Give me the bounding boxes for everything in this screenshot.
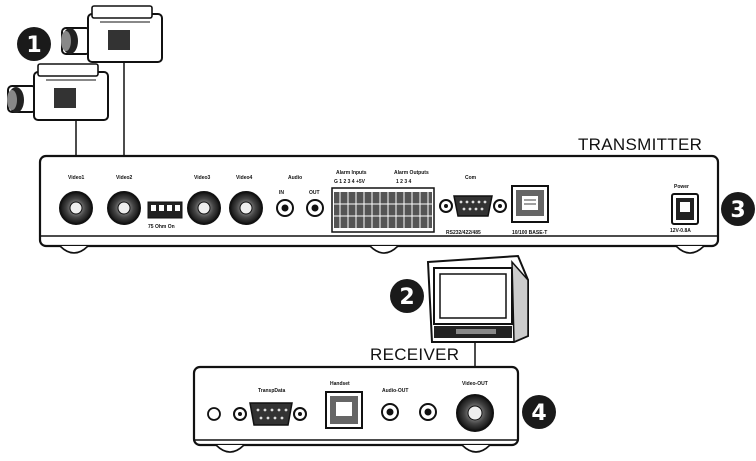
callout-4: 4 (522, 395, 556, 429)
ohm-label: 75 Ohm On (148, 224, 175, 230)
audio-in-label: IN (279, 190, 284, 196)
alarm-terminal-block (331, 187, 435, 233)
receiver-label: RECEIVER (370, 345, 459, 364)
audio-out-label: OUT (309, 190, 320, 196)
audio-in-jack (276, 199, 294, 217)
callout-2: 2 (390, 279, 424, 313)
power-jack (671, 193, 699, 225)
receiver-audio-out-label: Audio-OUT (382, 388, 408, 394)
video1-bnc-connector (59, 191, 93, 225)
svg-text:3: 3 (730, 198, 745, 223)
svg-text:1: 1 (26, 33, 41, 58)
camera-bottom-icon (7, 63, 109, 121)
video2-label: Video2 (116, 175, 133, 181)
alarm-output-numbers: 1 2 3 4 (396, 179, 412, 185)
svg-text:4: 4 (531, 401, 546, 426)
audio-label: Audio (288, 175, 302, 181)
receiver-audio-out-jack-2 (419, 403, 437, 421)
svg-text:2: 2 (399, 285, 414, 310)
ethernet-port (511, 185, 549, 223)
audio-out-jack (306, 199, 324, 217)
power-sub-label: 12V-0.8A (670, 228, 691, 234)
video2-bnc-connector (107, 191, 141, 225)
com-label: Com (465, 175, 477, 181)
video1-label: Video1 (68, 175, 85, 181)
receiver-led (207, 407, 221, 421)
callout-1: 1 (17, 27, 51, 61)
transmitter-label: TRANSMITTER (578, 135, 702, 154)
transp-data-label: TranspData (258, 388, 285, 394)
alarm-input-numbers: G 1 2 3 4 +5V (334, 179, 366, 185)
handset-port (325, 391, 363, 429)
dip-switch[interactable] (147, 201, 183, 219)
alarm-outputs-label: Alarm Outputs (394, 170, 429, 176)
ethernet-sub-label: 10/100 BASE-T (512, 230, 547, 236)
video3-label: Video3 (194, 175, 211, 181)
video3-bnc-connector (187, 191, 221, 225)
alarm-inputs-label: Alarm Inputs (336, 170, 367, 176)
camera-top-icon (61, 5, 163, 63)
power-label: Power (674, 184, 689, 190)
handset-label: Handset (330, 381, 350, 387)
video-out-bnc-connector (456, 394, 494, 432)
receiver-audio-out-jack-1 (381, 403, 399, 421)
monitor-icon (426, 254, 529, 344)
video4-bnc-connector (229, 191, 263, 225)
connection-diagram: Video1 Video2 Video3 Video4 75 Ohm On Au… (7, 5, 755, 453)
video4-label: Video4 (236, 175, 253, 181)
video-out-label: Video-OUT (462, 381, 488, 387)
callout-3: 3 (721, 192, 755, 226)
com-sub-label: RS232/422/485 (446, 230, 481, 236)
